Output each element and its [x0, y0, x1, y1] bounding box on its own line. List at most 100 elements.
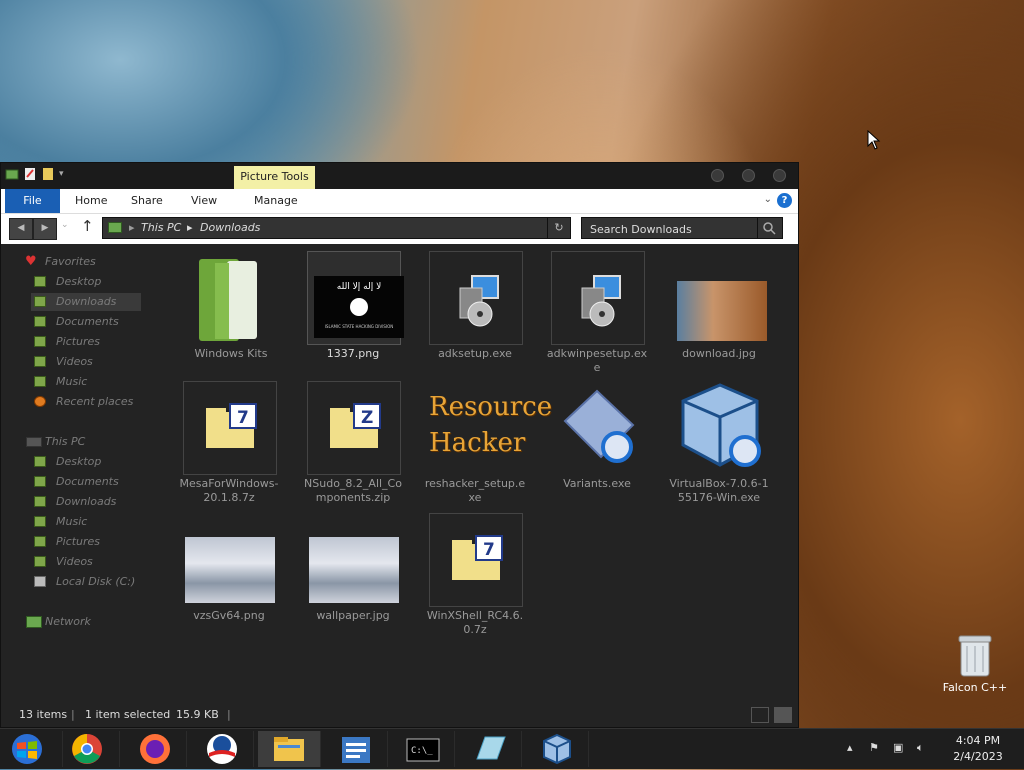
videos-icon: [34, 356, 46, 367]
taskbar: C:\_ ▴ ⚑ ▣ 🔈︎ 4:04 PM 2/4/2023: [0, 728, 1024, 769]
picture-tools-tab: Picture Tools: [234, 166, 315, 189]
taskbar-virtualbox[interactable]: [526, 731, 589, 767]
control-panel-icon: [342, 737, 370, 763]
svg-text:7: 7: [237, 408, 249, 428]
folder-icon: [108, 222, 122, 233]
installer-icon: [551, 251, 645, 345]
taskbar-obama-logo[interactable]: [191, 731, 254, 767]
search-icon[interactable]: [757, 218, 782, 238]
chevron-down-icon[interactable]: ▾: [59, 167, 73, 181]
desktop-recycle-bin[interactable]: Falcon C++: [940, 632, 1010, 694]
tab-home[interactable]: Home: [75, 189, 107, 213]
recent-places-icon: [34, 396, 46, 407]
sidebar-item-pc-videos[interactable]: Videos: [31, 553, 141, 571]
sidebar-item-pc-downloads[interactable]: Downloads: [31, 493, 141, 511]
quick-access-toolbar: ▾: [5, 167, 73, 181]
taskbar-control-panel[interactable]: [325, 731, 388, 767]
properties-icon[interactable]: [23, 167, 37, 181]
ribbon-expand-icon[interactable]: ⌄: [764, 194, 772, 205]
breadcrumb-separator-icon: ▸: [187, 221, 193, 234]
search-box: [581, 217, 783, 240]
image-thumbnail: لا إله إلا الله ISLAMIC STATE HACKING DI…: [307, 251, 404, 345]
forward-button[interactable]: ▶: [33, 218, 57, 240]
network-icon[interactable]: ▣: [893, 741, 903, 754]
sidebar-item-recent-places[interactable]: Recent places: [31, 393, 141, 411]
tab-file[interactable]: File: [5, 189, 60, 213]
tab-manage[interactable]: Manage: [254, 189, 298, 213]
folder-icon[interactable]: [5, 167, 19, 181]
volume-icon[interactable]: 🔈︎: [917, 741, 924, 755]
start-button[interactable]: [0, 731, 63, 767]
taskbar-command-prompt[interactable]: C:\_: [392, 731, 455, 767]
obama-logo-icon: [207, 734, 237, 764]
svg-text:Z: Z: [361, 408, 373, 428]
taskbar-chrome[interactable]: [57, 731, 120, 767]
svg-text:7: 7: [483, 540, 495, 560]
sidebar-item-pc-desktop[interactable]: Desktop: [31, 453, 141, 471]
network-icon: [26, 616, 42, 628]
resource-hacker-icon: Resource Hacker: [429, 392, 553, 458]
tab-share[interactable]: Share: [131, 189, 163, 213]
refresh-icon[interactable]: ↻: [547, 218, 570, 238]
clock-date: 2/4/2023: [953, 750, 1003, 763]
this-pc-header: This PC: [45, 435, 86, 448]
sidebar-item-pc-documents[interactable]: Documents: [31, 473, 141, 491]
up-arrow-icon[interactable]: ↑: [81, 217, 94, 235]
sidebar-item-favorites-music[interactable]: Music: [31, 373, 141, 391]
downloads-icon: [34, 496, 46, 507]
seal-icon: [350, 298, 368, 316]
breadcrumb-downloads[interactable]: Downloads: [200, 218, 260, 238]
sidebar-item-pc-music[interactable]: Music: [31, 513, 141, 531]
minimize-button[interactable]: [711, 169, 724, 182]
action-center-flag-icon[interactable]: ⚑: [869, 741, 879, 754]
sidebar-item-favorites-desktop[interactable]: Desktop: [31, 273, 141, 291]
large-icons-view-icon[interactable]: [774, 707, 792, 723]
taskbar-notepad[interactable]: [459, 731, 522, 767]
address-bar[interactable]: ▸ This PC ▸ Downloads ↻: [102, 217, 571, 239]
taskbar-file-explorer[interactable]: [258, 731, 321, 767]
command-prompt-icon: C:\_: [406, 738, 440, 762]
taskbar-firefox[interactable]: [124, 731, 187, 767]
recent-locations-icon[interactable]: ⌄: [61, 220, 69, 230]
notepad-icon: [476, 736, 506, 760]
file-list: Windows Kits لا إله إلا الله ISLAMIC STA…: [177, 247, 797, 707]
variants-icon: [551, 381, 645, 475]
back-button[interactable]: ◀: [9, 218, 33, 240]
recycle-bin-icon: [958, 635, 992, 677]
new-folder-icon[interactable]: [41, 167, 55, 181]
taskbar-clock[interactable]: 4:04 PM 2/4/2023: [942, 733, 1014, 765]
sidebar-item-favorites-documents[interactable]: Documents: [31, 313, 141, 331]
documents-icon: [34, 476, 46, 487]
close-button[interactable]: [773, 169, 786, 182]
show-hidden-icons[interactable]: ▴: [847, 741, 853, 754]
installer-icon: [429, 251, 523, 345]
sidebar-item-local-disk[interactable]: Local Disk (C:): [31, 573, 141, 591]
network-label: Network: [45, 615, 91, 628]
pictures-icon: [34, 536, 46, 547]
sidebar-item-pc-pictures[interactable]: Pictures: [31, 533, 141, 551]
chrome-icon: [72, 734, 102, 764]
pictures-icon: [34, 336, 46, 347]
help-icon[interactable]: ?: [777, 193, 792, 208]
tab-view[interactable]: View: [191, 189, 217, 213]
title-bar[interactable]: ▾ Picture Tools: [1, 163, 798, 189]
explorer-window: ▾ Picture Tools File Home Share View Man…: [0, 162, 799, 728]
breadcrumb-this-pc[interactable]: This PC: [141, 218, 181, 238]
sidebar-item-favorites-downloads[interactable]: Downloads: [31, 293, 141, 311]
folder-icon: [185, 251, 279, 345]
sidebar-item-favorites-pictures[interactable]: Pictures: [31, 333, 141, 351]
virtualbox-icon: [673, 381, 767, 475]
favorites-header: Favorites: [45, 255, 96, 268]
breadcrumb-separator-icon: ▸: [129, 221, 135, 234]
sidebar-item-favorites-videos[interactable]: Videos: [31, 353, 141, 371]
details-view-icon[interactable]: [751, 707, 769, 723]
heart-icon: ♥: [25, 254, 37, 269]
selection-count: 1 item selected: [85, 708, 171, 721]
navigation-bar: ◀ ▶ ⌄ ↑ ▸ This PC ▸ Downloads ↻: [1, 214, 798, 244]
image-thumbnail: [307, 513, 401, 607]
maximize-button[interactable]: [742, 169, 755, 182]
search-input[interactable]: [582, 218, 768, 240]
file-explorer-icon: [274, 737, 304, 761]
downloads-icon: [34, 296, 46, 307]
desktop-icon: [34, 456, 46, 467]
